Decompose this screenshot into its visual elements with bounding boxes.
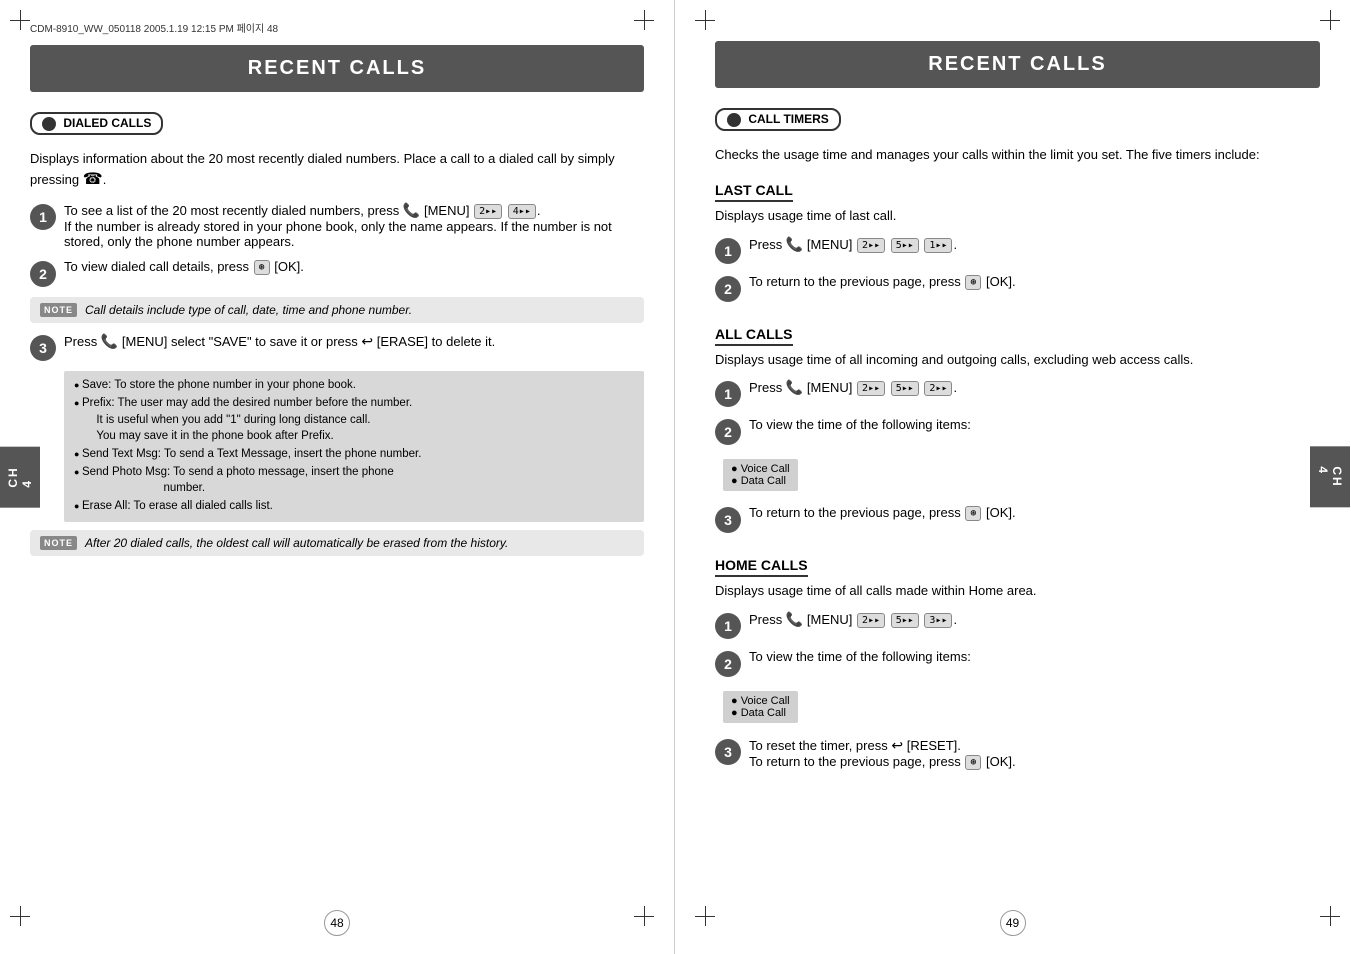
key-ac-2: 2▸▸ bbox=[857, 381, 885, 396]
key-4: 4▸▸ bbox=[508, 204, 536, 219]
step-2: 2 To view dialed call details, press ⊛ [… bbox=[30, 259, 644, 287]
page-num-right: 49 bbox=[1000, 910, 1026, 936]
home-calls-step-num-1: 1 bbox=[715, 613, 741, 639]
note-text-1: Call details include type of call, date,… bbox=[85, 303, 412, 317]
key-r-5: 5▸▸ bbox=[891, 238, 919, 253]
ok-key-1: ⊛ bbox=[254, 260, 270, 275]
home-calls-step-num-3: 3 bbox=[715, 739, 741, 765]
key-r-1tc: 1▸▸ bbox=[924, 238, 952, 253]
all-calls-items: ● Voice Call ● Data Call bbox=[723, 459, 798, 491]
last-call-step-num-1: 1 bbox=[715, 238, 741, 264]
all-calls-step-num-2: 2 bbox=[715, 419, 741, 445]
phone-icon-1: 📞 bbox=[403, 202, 420, 218]
all-calls-step-num-3: 3 bbox=[715, 507, 741, 533]
ok-key-r3: ⊛ bbox=[965, 755, 981, 770]
call-timers-badge: CALL TIMERS bbox=[715, 108, 841, 131]
crosshair-tl bbox=[10, 10, 30, 30]
bullet-list: Save: To store the phone number in your … bbox=[74, 377, 634, 514]
bullet-1: Save: To store the phone number in your … bbox=[74, 377, 634, 393]
phone-icon-r3: 📞 bbox=[786, 611, 803, 627]
chapter-marker-right: CH4 bbox=[1310, 446, 1350, 507]
step-3-content: Press 📞 [MENU] select "SAVE" to save it … bbox=[64, 333, 644, 350]
note-box-2: NOTE After 20 dialed calls, the oldest c… bbox=[30, 530, 644, 556]
last-call-step-num-2: 2 bbox=[715, 276, 741, 302]
step-2-content: To view dialed call details, press ⊛ [OK… bbox=[64, 259, 644, 275]
left-title: RECENT CALLS bbox=[30, 45, 644, 92]
step-1-content: To see a list of the 20 most recently di… bbox=[64, 202, 644, 249]
page-num-left: 48 bbox=[324, 910, 350, 936]
ok-key-r1: ⊛ bbox=[965, 275, 981, 290]
step-3: 3 Press 📞 [MENU] select "SAVE" to save i… bbox=[30, 333, 644, 361]
home-calls-desc: Displays usage time of all calls made wi… bbox=[715, 581, 1320, 601]
last-call-desc: Displays usage time of last call. bbox=[715, 206, 1320, 226]
phone-send-icon: ☎ bbox=[83, 171, 103, 188]
key-hc-3: 3▸▸ bbox=[924, 613, 952, 628]
phone-icon-r1: 📞 bbox=[786, 236, 803, 252]
home-calls-step-3: 3 To reset the timer, press ↩ [RESET]. T… bbox=[715, 737, 1320, 770]
section-desc: Displays information about the 20 most r… bbox=[30, 149, 644, 193]
all-calls-step-2: 2 To view the time of the following item… bbox=[715, 417, 1320, 445]
dialed-calls-badge-container: DIALED CALLS bbox=[30, 112, 644, 143]
bullet-box: Save: To store the phone number in your … bbox=[64, 371, 644, 522]
crosshair-r-br bbox=[1320, 906, 1340, 926]
left-page: CDM-8910_WW_050118 2005.1.19 12:15 PM 페이… bbox=[0, 0, 675, 954]
chapter-marker-left: CH4 bbox=[0, 446, 40, 507]
home-calls-header: HOME CALLS bbox=[715, 557, 808, 577]
key-2: 2▸▸ bbox=[474, 204, 502, 219]
home-calls-step-2: 2 To view the time of the following item… bbox=[715, 649, 1320, 677]
key-hc-5: 5▸▸ bbox=[891, 613, 919, 628]
badge-circle-right bbox=[727, 113, 741, 127]
step-num-3: 3 bbox=[30, 335, 56, 361]
note-box-1: NOTE Call details include type of call, … bbox=[30, 297, 644, 323]
crosshair-r-tr bbox=[1320, 10, 1340, 30]
badge-circle bbox=[42, 117, 56, 131]
all-calls-header: ALL CALLS bbox=[715, 326, 793, 346]
key-ac-5: 5▸▸ bbox=[891, 381, 919, 396]
all-calls-desc: Displays usage time of all incoming and … bbox=[715, 350, 1320, 370]
home-calls-step-num-2: 2 bbox=[715, 651, 741, 677]
crosshair-r-bl bbox=[695, 906, 715, 926]
bullet-3: Send Text Msg: To send a Text Message, i… bbox=[74, 446, 634, 462]
call-timers-badge-container: CALL TIMERS bbox=[715, 108, 1320, 139]
phone-icon-2: 📞 bbox=[101, 333, 118, 349]
last-call-step-2: 2 To return to the previous page, press … bbox=[715, 274, 1320, 302]
note-label-1: NOTE bbox=[40, 303, 77, 317]
step-num-2: 2 bbox=[30, 261, 56, 287]
crosshair-tr bbox=[634, 10, 654, 30]
crosshair-r-tl bbox=[695, 10, 715, 30]
dialed-calls-badge: DIALED CALLS bbox=[30, 112, 163, 135]
phone-icon-r2: 📞 bbox=[786, 379, 803, 395]
bullet-2: Prefix: The user may add the desired num… bbox=[74, 395, 634, 443]
ok-key-r2: ⊛ bbox=[965, 506, 981, 521]
crosshair-bl bbox=[10, 906, 30, 926]
crosshair-br bbox=[634, 906, 654, 926]
bullet-4: Send Photo Msg: To send a photo message,… bbox=[74, 464, 634, 496]
home-calls-items: ● Voice Call ● Data Call bbox=[723, 691, 798, 723]
right-title: RECENT CALLS bbox=[715, 41, 1320, 88]
all-calls-step-1: 1 Press 📞 [MENU] 2▸▸ 5▸▸ 2▸▸. bbox=[715, 379, 1320, 407]
step-1: 1 To see a list of the 20 most recently … bbox=[30, 202, 644, 249]
key-ac-2b: 2▸▸ bbox=[924, 381, 952, 396]
doc-header: CDM-8910_WW_050118 2005.1.19 12:15 PM 페이… bbox=[30, 20, 644, 35]
all-calls-step-num-1: 1 bbox=[715, 381, 741, 407]
step-num-1: 1 bbox=[30, 204, 56, 230]
key-hc-2: 2▸▸ bbox=[857, 613, 885, 628]
right-page: x RECENT CALLS CALL TIMERS Checks the us… bbox=[675, 0, 1350, 954]
note-text-2: After 20 dialed calls, the oldest call w… bbox=[85, 536, 508, 550]
key-r-2: 2▸▸ bbox=[857, 238, 885, 253]
reset-icon: ↩ bbox=[891, 737, 903, 753]
home-calls-step-1: 1 Press 📞 [MENU] 2▸▸ 5▸▸ 3▸▸. bbox=[715, 611, 1320, 639]
erase-icon: ↩ bbox=[361, 333, 373, 349]
bullet-5: Erase All: To erase all dialed calls lis… bbox=[74, 498, 634, 514]
last-call-header: LAST CALL bbox=[715, 182, 793, 202]
all-calls-step-3: 3 To return to the previous page, press … bbox=[715, 505, 1320, 533]
right-section-desc: Checks the usage time and manages your c… bbox=[715, 145, 1320, 165]
note-label-2: NOTE bbox=[40, 536, 77, 550]
last-call-step-1: 1 Press 📞 [MENU] 2▸▸ 5▸▸ 1▸▸. bbox=[715, 236, 1320, 264]
